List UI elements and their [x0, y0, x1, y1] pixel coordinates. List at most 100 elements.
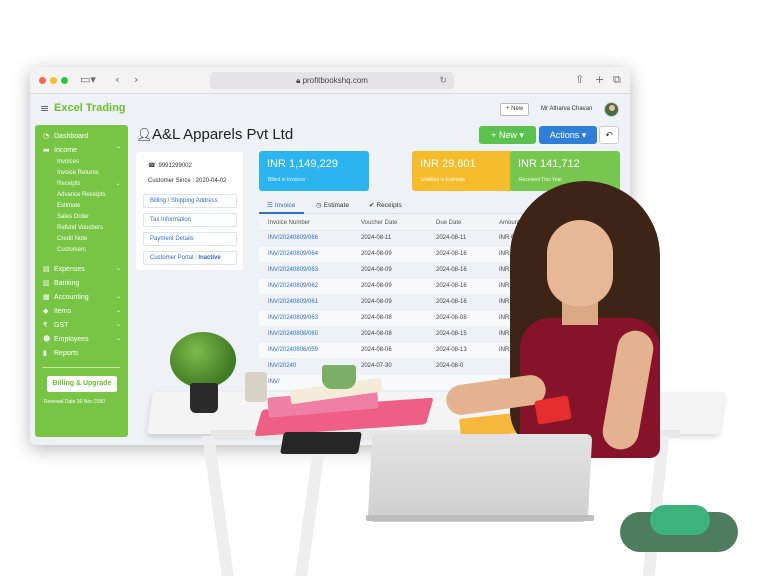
sidebar-item-gst[interactable]: ₹ GST ⌄	[43, 320, 121, 330]
stat-label: Received This Year	[519, 177, 562, 183]
tab-receipts[interactable]: ✔ Receipts	[369, 201, 402, 209]
forward-arrow-icon[interactable]: ›	[134, 73, 138, 87]
sidebar-item-items[interactable]: ◆ Items ⌄	[43, 306, 121, 316]
table-cell: INR	[499, 299, 510, 305]
lock-icon: 🔒︎	[296, 76, 301, 85]
tab-overview-icon[interactable]: ⧉	[613, 73, 621, 87]
sidebar-item-banking[interactable]: ▥ Banking	[43, 278, 79, 288]
sidebar-sub-invoice-returns[interactable]: Invoice Returns	[57, 169, 99, 178]
items-icon: ◆	[43, 307, 49, 315]
undo-icon: ↶	[605, 131, 613, 141]
table-cell: 2024-08-11	[436, 235, 467, 241]
stat-label: Unbilled in Estimate	[421, 177, 466, 183]
check-circle-icon: ✔	[369, 201, 375, 209]
minimize-window-button[interactable]	[50, 77, 57, 84]
clock-icon: ◷	[316, 201, 322, 209]
table-cell: 2024-08-16	[436, 283, 467, 289]
table-cell: 2024-08-06	[361, 347, 392, 353]
plant-pot	[190, 383, 218, 413]
sidebar-sub-sales-order[interactable]: Sales Order	[57, 213, 89, 222]
chevron-down-icon: ▾	[519, 130, 524, 140]
stat-amount: INR 141,712	[518, 158, 580, 170]
table-cell: 2024-08-09	[361, 251, 392, 257]
table-cell: INR	[499, 347, 510, 353]
address-bar[interactable]: 🔒︎ profitbookshq.com ↻	[210, 72, 454, 89]
chevron-down-icon: ⌄	[116, 293, 122, 300]
laptop	[367, 434, 593, 522]
plant-foliage	[170, 332, 236, 388]
sidebar-sub-refund-vouchers[interactable]: Refund Vouchers	[57, 224, 103, 233]
avatar[interactable]	[604, 102, 619, 117]
table-cell: 2024-07-30	[361, 363, 392, 369]
invoice-number-link[interactable]: INV/20240809/063	[268, 315, 318, 321]
header-new-button[interactable]: + New	[500, 103, 530, 116]
table-cell: 2024-08-16	[436, 299, 467, 305]
table-cell: INR	[499, 315, 510, 321]
banking-icon: ▥	[43, 279, 50, 287]
column-header[interactable]: Voucher Date	[361, 220, 397, 226]
invoice-number-link[interactable]: INV/20240809/062	[268, 283, 318, 289]
sidebar-item-employees[interactable]: ☻ Employees ⌄	[43, 334, 121, 344]
menu-icon[interactable]: ≡	[40, 102, 49, 115]
renewal-date: Renewal Date 30 Nov 2050	[44, 399, 106, 405]
sidebar-item-reports[interactable]: ▮ Reports	[43, 348, 79, 358]
sidebar-toggle-icon[interactable]: ▭▾	[80, 73, 96, 87]
invoice-number-link[interactable]: INV/20240809/061	[268, 299, 318, 305]
invoice-number-link[interactable]: INV/20240809/064	[268, 251, 318, 257]
maximize-window-button[interactable]	[61, 77, 68, 84]
sidebar-sub-invoices[interactable]: Invoices	[57, 158, 79, 167]
table-cell: INR	[499, 331, 510, 337]
close-window-button[interactable]	[39, 77, 46, 84]
new-button[interactable]: + New ▾	[479, 126, 536, 144]
marketing-scene: ▭▾ ‹ › 🔒︎ profitbookshq.com ↻ ⇧ + ⧉ ≡ Ex…	[0, 0, 768, 576]
billing-address-button[interactable]: Billing / Shipping Address	[143, 194, 237, 208]
invoice-number-link[interactable]: INV/	[268, 379, 280, 385]
stat-card-unbilled[interactable]: INR 29,601 Unbilled in Estimate	[412, 151, 522, 191]
column-header[interactable]: Due Date	[436, 220, 461, 226]
stat-label: Billed in Invoices	[268, 177, 306, 183]
payment-details-button[interactable]: Payment Details	[143, 232, 237, 246]
tab-estimate[interactable]: ◷ Estimate	[316, 201, 349, 209]
sidebar-sub-advance-receipts[interactable]: Advance Receipts	[57, 191, 105, 200]
sidebar-item-income[interactable]: ▬ Income ⌃	[43, 145, 121, 155]
sidebar-item-expenses[interactable]: ▤ Expenses ⌄	[43, 264, 121, 274]
share-icon[interactable]: ⇧	[575, 73, 584, 87]
table-cell: 2024-08-09	[361, 283, 392, 289]
column-header[interactable]: Invoice Number	[268, 220, 310, 226]
table-cell: 2024-08-16	[436, 267, 467, 273]
user-name[interactable]: Mr Atharva Chavan	[541, 106, 592, 112]
customer-portal-button[interactable]: Customer Portal : Inactive	[143, 251, 237, 265]
customer-since: Customer Since : 2020-04-02	[148, 178, 227, 184]
invoice-number-link[interactable]: INV/20240	[268, 363, 296, 369]
table-cell: 2024-08-08	[361, 331, 392, 337]
sidebar-item-accounting[interactable]: ▦ Accounting ⌄	[43, 292, 121, 302]
reload-icon[interactable]: ↻	[439, 72, 447, 89]
invoice-number-link[interactable]: INV/20240809/066	[268, 235, 318, 241]
new-tab-icon[interactable]: +	[595, 73, 604, 87]
tab-invoice[interactable]: ☰ Invoice	[267, 201, 295, 209]
invoice-number-link[interactable]: INV/20240806/059	[268, 347, 318, 353]
table-cell: 2024-08-16	[436, 251, 467, 257]
portal-status: Inactive	[198, 255, 221, 261]
back-button[interactable]: ↶	[599, 126, 619, 144]
actions-button[interactable]: Actions ▾	[539, 126, 597, 144]
sidebar-sub-credit-note[interactable]: Credit Note	[57, 235, 87, 244]
chevron-down-icon: ⌄	[116, 321, 122, 328]
back-arrow-icon[interactable]: ‹	[115, 73, 119, 87]
invoice-number-link[interactable]: INV/20240809/063	[268, 267, 318, 273]
invoice-number-link[interactable]: INV/20240808/060	[268, 331, 318, 337]
tax-information-button[interactable]: Tax Information	[143, 213, 237, 227]
table-cell: 2024-08-15	[436, 331, 467, 337]
gst-icon: ₹	[43, 321, 48, 329]
chevron-down-icon: ▾	[581, 130, 587, 140]
app-header: ≡ Excel Trading + New Mr Atharva Chavan	[30, 94, 630, 124]
stat-card-billed[interactable]: INR 1,149,229 Billed in Invoices	[259, 151, 369, 191]
sidebar-item-dashboard[interactable]: ◔ Dashboard	[43, 131, 88, 141]
sidebar-sub-receipts[interactable]: Receipts ⌄	[57, 180, 120, 189]
billing-upgrade-button[interactable]: Billing & Upgrade	[47, 376, 117, 392]
sidebar: ◔ Dashboard ▬ Income ⌃ Invoices Invoice Ret…	[35, 125, 128, 437]
coffee-cup	[322, 365, 356, 389]
stat-amount: INR 1,149,229	[267, 158, 338, 170]
sidebar-sub-customers[interactable]: Customers	[57, 246, 86, 255]
sidebar-sub-estimate[interactable]: Estimate	[57, 202, 80, 211]
